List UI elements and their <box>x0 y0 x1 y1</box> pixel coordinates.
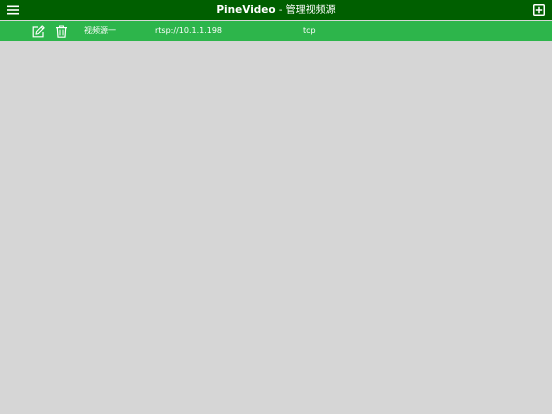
source-url: rtsp://10.1.1.198 <box>155 26 223 35</box>
trash-icon[interactable] <box>55 25 68 38</box>
app-brand: PineVideo <box>216 4 276 16</box>
page-subtitle: 管理视频源 <box>285 5 336 16</box>
app-window: PineVideo - 管理视频源 视频源一 rtsp://10.1.1.198… <box>0 0 552 414</box>
top-bar: PineVideo - 管理视频源 <box>0 0 552 20</box>
source-protocol: tcp <box>303 26 316 35</box>
add-square-icon[interactable] <box>533 4 545 16</box>
source-row[interactable]: 视频源一 rtsp://10.1.1.198 tcp <box>0 21 552 41</box>
page-title: PineVideo - 管理视频源 <box>0 0 552 20</box>
edit-icon[interactable] <box>32 25 45 38</box>
source-name: 视频源一 <box>84 26 116 35</box>
title-separator: - <box>275 5 286 16</box>
